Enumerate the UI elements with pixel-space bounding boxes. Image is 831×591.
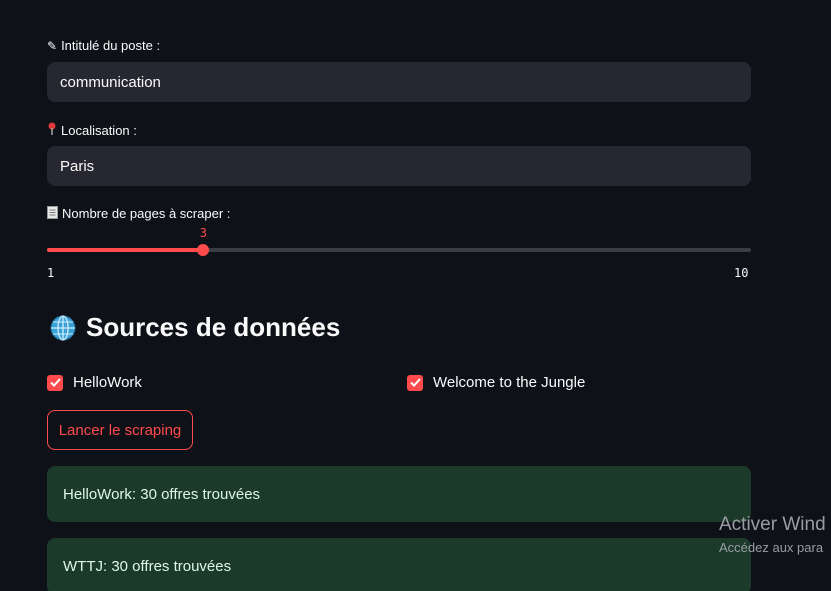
slider-min-label: 1 — [47, 266, 55, 280]
result-alert-wttj: WTTJ: 30 offres trouvées — [47, 538, 751, 591]
checkbox-hellowork[interactable]: HelloWork — [47, 374, 142, 391]
pages-slider-track[interactable] — [47, 248, 751, 252]
slider-max-label: 10 — [734, 266, 749, 280]
location-value: Paris — [60, 157, 95, 175]
job-title-input[interactable]: communication — [47, 62, 751, 102]
job-title-label-text: Intitulé du poste : — [61, 38, 161, 53]
location-label-text: Localisation : — [61, 122, 137, 138]
document-icon — [47, 206, 58, 221]
sources-title: Sources de données — [86, 312, 341, 342]
checkbox-wttj[interactable]: Welcome to the Jungle — [407, 374, 585, 391]
checkbox-hellowork-label: HelloWork — [73, 374, 142, 391]
pages-label: Nombre de pages à scraper : — [47, 206, 230, 221]
pages-slider-fill — [47, 248, 204, 252]
result-hellowork-text: HelloWork: 30 offres trouvées — [63, 485, 261, 503]
job-title-label: ✎ Intitulé du poste : — [47, 38, 160, 53]
pin-icon — [47, 122, 57, 138]
pages-label-text: Nombre de pages à scraper : — [62, 206, 231, 221]
location-input[interactable]: Paris — [47, 146, 751, 186]
checkbox-checked-icon[interactable] — [407, 374, 423, 391]
slider-current-value: 3 — [199, 226, 208, 240]
pages-slider-thumb[interactable] — [197, 244, 210, 256]
activation-watermark-subtitle: Accédez aux para — [719, 540, 824, 555]
result-alert-hellowork: HelloWork: 30 offres trouvées — [47, 466, 751, 522]
job-title-value: communication — [60, 73, 161, 91]
checkbox-checked-icon[interactable] — [47, 374, 63, 391]
result-wttj-text: WTTJ: 30 offres trouvées — [63, 557, 232, 575]
run-scraping-button[interactable]: Lancer le scraping — [47, 410, 193, 450]
location-label: Localisation : — [47, 122, 137, 138]
activation-watermark-title: Activer Wind — [719, 514, 826, 535]
app-page: ✎ Intitulé du poste : communication Loca… — [0, 0, 831, 591]
sources-heading: Sources de données — [50, 312, 340, 343]
pencil-icon: ✎ — [47, 38, 58, 53]
globe-icon — [50, 314, 76, 341]
checkbox-wttj-label: Welcome to the Jungle — [433, 374, 586, 391]
